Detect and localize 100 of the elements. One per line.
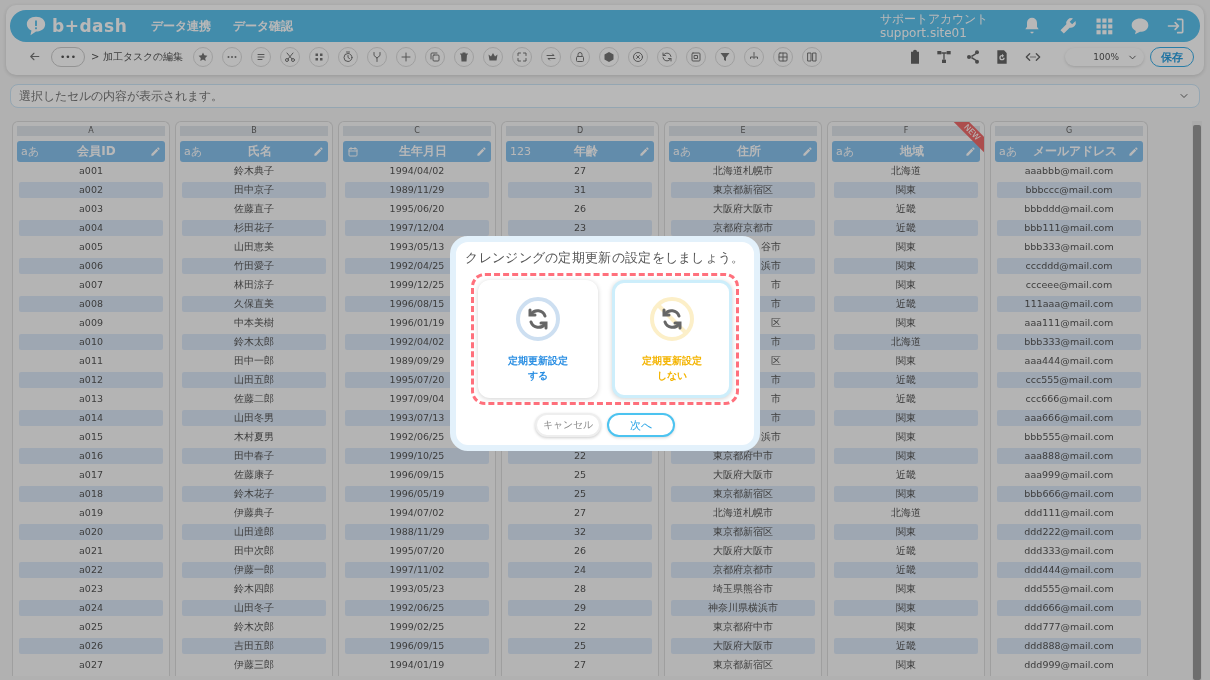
type-label: aあ <box>21 144 40 159</box>
table-cell: a010 <box>19 334 163 350</box>
column-header[interactable]: aあ 住所 <box>669 141 817 162</box>
table-cell: a012 <box>19 372 163 388</box>
table-cell: 区 <box>771 317 781 328</box>
formula-field[interactable]: 選択したセルの内容が表示されます。 <box>10 84 1200 108</box>
toolbar-button[interactable] <box>250 47 271 67</box>
nav-link[interactable]: データ連携 <box>151 17 212 35</box>
toolbar-button[interactable] <box>482 47 503 67</box>
table-cell-text: a003 <box>78 202 104 216</box>
toolbar-button[interactable] <box>511 47 532 67</box>
table-cell-text: bbbddd@mail.com <box>1023 202 1115 216</box>
pencil-icon[interactable] <box>476 146 487 157</box>
next-button[interactable]: 次へ <box>607 413 675 437</box>
table-cell: 関東 <box>834 182 978 198</box>
table-cell: 1992/06/25 <box>345 600 489 616</box>
toolbar-button[interactable] <box>685 47 706 67</box>
column-header[interactable]: 生年月日 <box>343 141 491 162</box>
table-cell: 山田冬子 <box>182 600 326 616</box>
cancel-button[interactable]: キャンセル <box>535 413 601 437</box>
table-cell: 関東 <box>834 486 978 502</box>
pencil-icon[interactable] <box>639 146 650 157</box>
toolbar-button[interactable] <box>598 47 619 67</box>
toolbar-button[interactable] <box>569 47 590 67</box>
column-title: 地域 <box>898 143 925 160</box>
table-cell: bbb333@mail.com <box>997 334 1141 350</box>
table-cell: 1997/12/04 <box>345 220 489 236</box>
trash-icon <box>457 51 470 63</box>
table-cell: 神奈川県横浜市 <box>671 600 815 616</box>
zoom-select[interactable]: 100% <box>1065 48 1144 66</box>
pencil-icon[interactable] <box>965 146 976 157</box>
save-button[interactable]: 保存 <box>1150 47 1194 67</box>
table-cell: 23 <box>508 220 652 236</box>
logout-icon[interactable] <box>1166 16 1186 36</box>
column-title: 会員ID <box>76 143 117 160</box>
table-cell: 久保直美 <box>182 296 326 312</box>
table-cell-text: 佐藤二郎 <box>233 392 275 406</box>
pencil-icon[interactable] <box>802 146 813 157</box>
toolbar-button[interactable] <box>743 47 764 67</box>
swap-icon <box>544 51 557 63</box>
table-cell: 大阪府大阪市 <box>671 638 815 654</box>
table-cell-text: 27 <box>572 164 588 178</box>
column-header[interactable]: aあ 地域 <box>832 141 980 162</box>
toolbar-button[interactable] <box>540 47 561 67</box>
scissors-icon <box>283 51 296 63</box>
column-header[interactable]: aあ メールアドレス <box>995 141 1143 162</box>
toolbar-button[interactable] <box>192 47 213 67</box>
table-cell: bbb111@mail.com <box>997 220 1141 236</box>
star-icon <box>196 51 209 63</box>
table-cell-text: 伊藤三郎 <box>233 658 275 672</box>
chat-icon[interactable] <box>1130 16 1150 36</box>
option-card[interactable]: 定期更新設定 しない <box>612 280 732 398</box>
table-cell: aaa666@mail.com <box>997 410 1141 426</box>
table-cell-text: a005 <box>78 240 104 254</box>
toolbar-button[interactable] <box>395 47 416 67</box>
table-cell-text: 北海道 <box>890 506 922 520</box>
table-cell-text: 27 <box>572 506 588 520</box>
share-icon[interactable] <box>965 49 982 65</box>
apps-icon[interactable] <box>1094 16 1114 36</box>
table-cell-text: 22 <box>572 620 588 634</box>
table-cell-text: 1997/09/04 <box>388 392 446 406</box>
toolbar-button[interactable] <box>424 47 445 67</box>
table-cell-text: 北海道札幌市 <box>712 164 774 178</box>
table-cell-text: 1996/01/19 <box>388 316 446 330</box>
table-cell: a024 <box>19 600 163 616</box>
column-header[interactable]: aあ 会員ID <box>17 141 165 162</box>
pencil-icon[interactable] <box>1128 146 1139 157</box>
nav-link[interactable]: データ確認 <box>233 17 294 35</box>
account-name: サポートアカウント <box>880 12 988 26</box>
table-cell: 1999/10/25 <box>345 448 489 464</box>
scrollbar[interactable] <box>1192 121 1202 680</box>
wrench-icon[interactable] <box>1058 16 1078 36</box>
toolbar-button[interactable] <box>279 47 300 67</box>
more-button[interactable]: ••• <box>51 47 85 67</box>
toolbar-button[interactable] <box>308 47 329 67</box>
toolbar-button[interactable] <box>453 47 474 67</box>
hierarchy-icon[interactable] <box>936 49 953 65</box>
toolbar-button[interactable] <box>366 47 387 67</box>
toolbar-button[interactable] <box>714 47 735 67</box>
column-header[interactable]: 123 年齢 <box>506 141 654 162</box>
toolbar-button[interactable] <box>627 47 648 67</box>
table-cell-text: 田中一郎 <box>233 354 275 368</box>
toolbar-button[interactable] <box>801 47 822 67</box>
column-header[interactable]: aあ 氏名 <box>180 141 328 162</box>
table-cell-text: ccc666@mail.com <box>1024 392 1114 406</box>
option-card[interactable]: 定期更新設定 する <box>478 280 598 398</box>
table-cell-text: 関東 <box>895 620 917 634</box>
table-cell-text: 山田恵美 <box>233 240 275 254</box>
type-label: aあ <box>836 144 855 159</box>
table-cell: 杉田花子 <box>182 220 326 236</box>
column-letter: G <box>995 126 1143 136</box>
table-cell: a006 <box>19 258 163 274</box>
type-label: aあ <box>673 144 692 159</box>
toolbar-button[interactable] <box>337 47 358 67</box>
type-label: aあ <box>999 144 1018 159</box>
table-cell: 1997/11/02 <box>345 562 489 578</box>
pencil-icon[interactable] <box>150 146 161 157</box>
pencil-icon[interactable] <box>313 146 324 157</box>
toolbar-button[interactable] <box>656 47 677 67</box>
toolbar-button[interactable] <box>772 47 793 67</box>
